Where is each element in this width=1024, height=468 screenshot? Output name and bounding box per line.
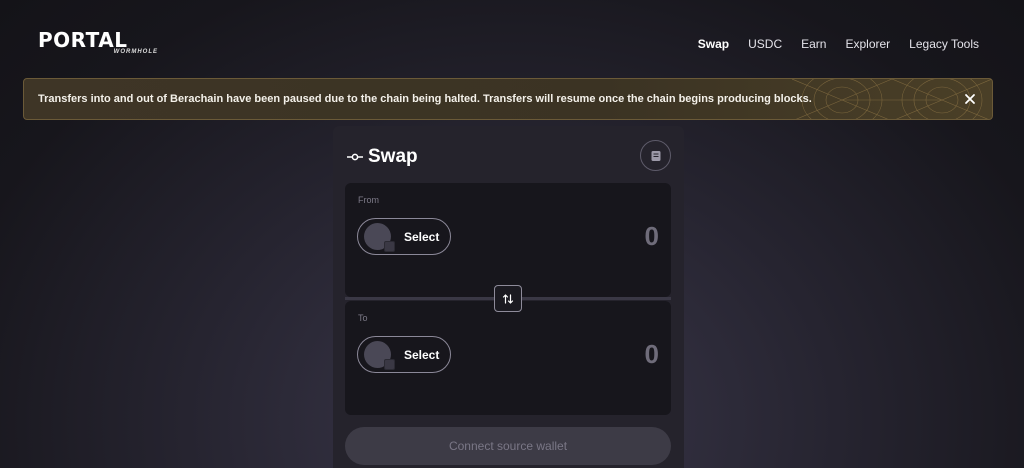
to-panel: To Select 0: [345, 301, 671, 415]
to-label: To: [358, 313, 368, 323]
to-select-label: Select: [404, 348, 440, 362]
to-amount-input[interactable]: 0: [645, 339, 659, 370]
from-token-select-button[interactable]: Select: [357, 218, 451, 255]
portal-logo[interactable]: PORTAL WORMHOLE: [38, 30, 160, 58]
nav-legacy-tools[interactable]: Legacy Tools: [909, 37, 979, 51]
connect-source-wallet-button[interactable]: Connect source wallet: [345, 427, 671, 465]
nav-explorer[interactable]: Explorer: [845, 37, 890, 51]
history-icon: [651, 150, 660, 161]
history-button[interactable]: [640, 140, 671, 171]
logo-subtext: WORMHOLE: [113, 49, 158, 55]
to-token-select-button[interactable]: Select: [357, 336, 451, 373]
chain-placeholder-icon: [384, 241, 395, 252]
flip-direction-button[interactable]: [494, 285, 522, 312]
nav-swap[interactable]: Swap: [698, 37, 729, 51]
from-select-label: Select: [404, 230, 440, 244]
close-icon[interactable]: [962, 91, 978, 107]
nav-earn[interactable]: Earn: [801, 37, 826, 51]
swap-commit-icon: [347, 153, 363, 161]
from-panel: From Select 0: [345, 183, 671, 297]
from-label: From: [358, 195, 379, 205]
alert-banner: Transfers into and out of Berachain have…: [23, 78, 993, 120]
logo-text: PORTAL: [38, 28, 128, 52]
top-nav: Swap USDC Earn Explorer Legacy Tools: [679, 37, 979, 51]
nav-usdc[interactable]: USDC: [748, 37, 782, 51]
header: PORTAL WORMHOLE Swap USDC Earn Explorer …: [0, 0, 1024, 78]
card-title: Swap: [347, 146, 418, 168]
from-amount-input[interactable]: 0: [645, 221, 659, 252]
page-title: Swap: [368, 146, 418, 167]
swap-arrows-icon: [502, 293, 514, 304]
chain-placeholder-icon: [384, 359, 395, 370]
swap-card: Swap From Select 0 To Select 0 Connect s…: [333, 126, 684, 468]
banner-message: Transfers into and out of Berachain have…: [38, 93, 812, 105]
